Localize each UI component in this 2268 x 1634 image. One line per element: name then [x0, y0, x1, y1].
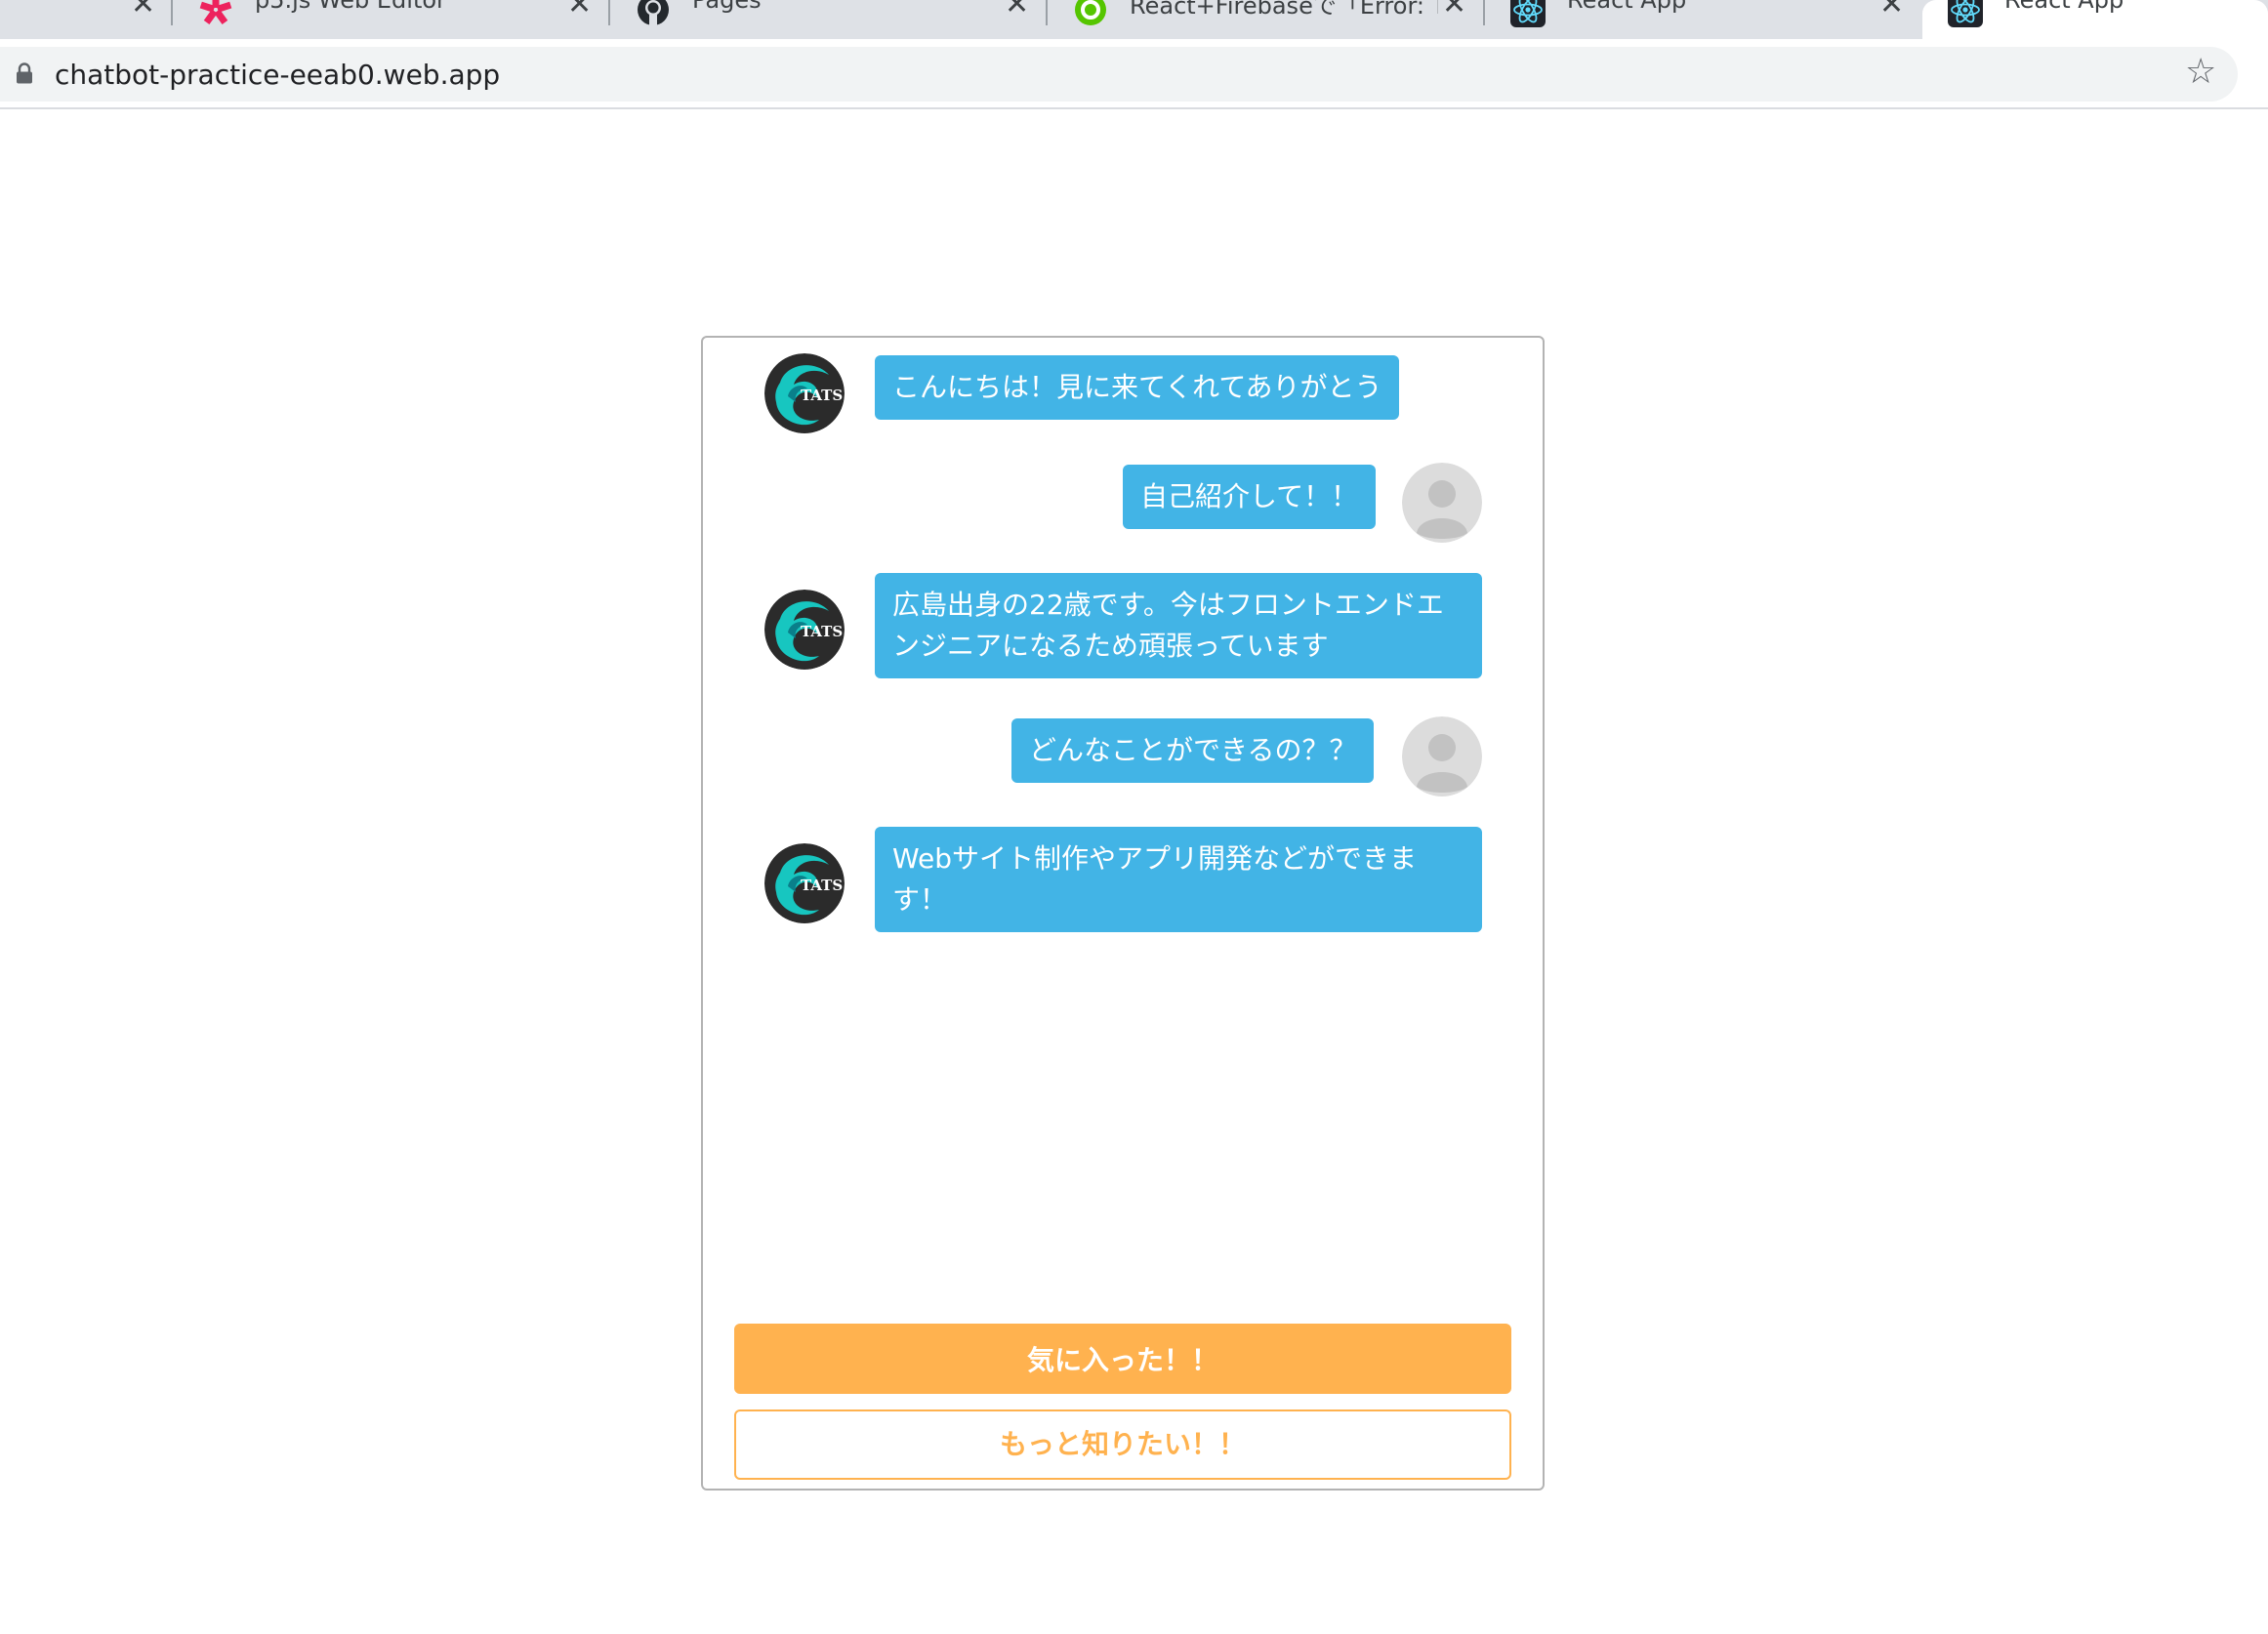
chat-card: TATS こんにちは！見に来てくれてありがとう 自己紹介して！！ TATS 広島…	[701, 336, 1545, 1491]
message-text: どんなことができるの？？	[1029, 734, 1357, 766]
bot-message-bubble: こんにちは！見に来てくれてありがとう	[875, 355, 1400, 420]
bot-message-bubble: 広島出身の22歳です。今はフロントエンドエンジニアになるため頑張っています	[875, 573, 1482, 678]
bot-message-bubble: Webサイト制作やアプリ開発などができます！	[875, 827, 1482, 932]
bookmark-star-icon[interactable]: ☆	[2185, 55, 2216, 90]
url-text[interactable]: chatbot-practice-eeab0.web.app	[55, 59, 500, 91]
tab-react-app[interactable]: React App ✕	[1485, 0, 1922, 39]
bot-avatar: TATS	[764, 353, 845, 433]
bot-avatar-logo: TATS	[764, 590, 845, 670]
tab-close-icon[interactable]: ✕	[567, 0, 592, 20]
tab-close-icon[interactable]: ✕	[1005, 0, 1029, 20]
tab-0[interactable]: ✕	[0, 0, 173, 39]
tab-title: React App	[2004, 0, 2124, 14]
message-text: 自己紹介して！！	[1140, 480, 1359, 512]
tab-close-icon[interactable]: ✕	[1442, 0, 1466, 20]
bot-avatar-text: TATS	[801, 877, 843, 894]
answer-button-like[interactable]: 気に入った！！	[734, 1324, 1511, 1394]
tab-title: p5.js Web Editor	[255, 0, 446, 14]
bot-avatar-text: TATS	[801, 387, 843, 404]
message-text: Webサイト制作やアプリ開発などができます！	[892, 842, 1418, 916]
tab-qiita[interactable]: React+Firebaseで「Error: Ta ✕	[1048, 0, 1485, 39]
tab-react-app-active[interactable]: React App	[1922, 0, 2268, 39]
p5js-icon	[199, 0, 232, 25]
message-text: こんにちは！見に来てくれてありがとう	[892, 371, 1382, 403]
tab-close-icon[interactable]: ✕	[131, 0, 155, 20]
bot-avatar-logo: TATS	[764, 843, 845, 923]
user-message-bubble: 自己紹介して！！	[1123, 465, 1377, 529]
qiita-icon	[1075, 0, 1106, 25]
lock-icon[interactable]	[16, 62, 33, 84]
tab-p5js[interactable]: p5.js Web Editor ✕	[173, 0, 610, 39]
default-user-icon	[1402, 716, 1482, 797]
tab-close-icon[interactable]: ✕	[1879, 0, 1904, 20]
answer-button-more[interactable]: もっと知りたい！！	[734, 1409, 1511, 1480]
bot-avatar: TATS	[764, 843, 845, 923]
tab-title: React App	[1567, 0, 1687, 14]
tab-title: React+Firebaseで「Error: Ta	[1130, 0, 1438, 20]
bot-avatar-logo: TATS	[764, 353, 845, 433]
browser-tab-strip: ✕ p5.js Web Editor ✕ Pages ✕ React+Fireb…	[0, 0, 2268, 39]
default-user-icon	[1402, 463, 1482, 543]
github-icon	[638, 0, 669, 25]
address-bar[interactable]: chatbot-practice-eeab0.web.app ☆	[0, 47, 2238, 102]
user-avatar	[1402, 716, 1482, 797]
user-message-bubble: どんなことができるの？？	[1011, 718, 1375, 783]
tab-title: Pages	[692, 0, 762, 14]
bot-avatar: TATS	[764, 590, 845, 670]
browser-toolbar: chatbot-practice-eeab0.web.app ☆	[0, 39, 2268, 109]
tab-github-pages[interactable]: Pages ✕	[610, 0, 1048, 39]
react-icon	[1510, 0, 1546, 27]
bot-avatar-text: TATS	[801, 623, 843, 640]
user-avatar	[1402, 463, 1482, 543]
message-text: 広島出身の22歳です。今はフロントエンドエンジニアになるため頑張っています	[892, 589, 1444, 662]
react-icon	[1948, 0, 1983, 27]
